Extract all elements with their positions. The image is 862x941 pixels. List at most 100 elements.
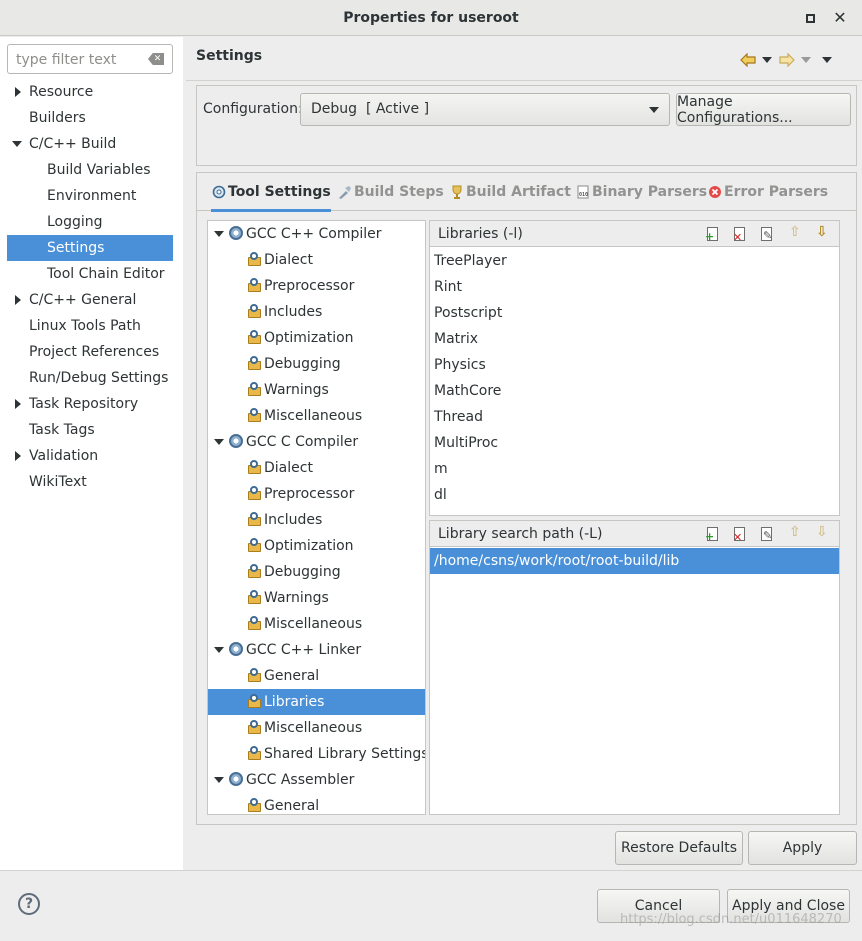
tree-item[interactable]: Miscellaneous xyxy=(208,611,425,637)
tab-tool-settings[interactable]: Tool Settings xyxy=(211,173,331,212)
maximize-button[interactable] xyxy=(801,9,819,27)
sidebar-item-label: C/C++ Build xyxy=(29,136,117,152)
add-icon[interactable]: + xyxy=(705,226,721,242)
tree-item[interactable]: Preprocessor xyxy=(208,273,425,299)
move-down-icon[interactable]: ⇩ xyxy=(813,525,829,542)
delete-icon[interactable]: ✕ xyxy=(732,526,748,543)
expand-down-icon[interactable] xyxy=(214,231,224,237)
help-icon[interactable]: ? xyxy=(18,893,40,915)
move-up-icon[interactable]: ⇧ xyxy=(786,525,802,542)
tab-build-steps[interactable]: Build Steps xyxy=(337,173,444,210)
tree-item[interactable]: Warnings xyxy=(208,585,425,611)
sidebar-item-build-variables[interactable]: Build Variables xyxy=(0,157,183,183)
move-up-icon[interactable]: ⇧ xyxy=(786,225,802,242)
tree-item[interactable]: Debugging xyxy=(208,559,425,585)
tree-item[interactable]: General xyxy=(208,663,425,689)
expand-down-icon[interactable] xyxy=(214,439,224,445)
tree-item[interactable]: Shared Library Settings xyxy=(208,741,425,767)
restore-defaults-button[interactable]: Restore Defaults xyxy=(615,831,743,865)
sidebar-item-builders[interactable]: Builders xyxy=(0,105,183,131)
edit-icon[interactable]: ✎ xyxy=(759,226,775,242)
list-item[interactable]: /home/csns/work/root/root-build/lib xyxy=(430,548,839,574)
tab-build-artifact[interactable]: Build Artifact xyxy=(449,173,571,210)
tool-settings-tree: GCC C++ Compiler Dialect Preprocessor Inclu… xyxy=(207,220,426,815)
tree-item[interactable]: Preprocessor xyxy=(208,481,425,507)
list-item[interactable]: Physics xyxy=(430,352,839,378)
tree-item[interactable]: Includes xyxy=(208,507,425,533)
expand-right-icon[interactable] xyxy=(15,295,21,305)
filter-input[interactable] xyxy=(16,51,144,69)
tree-item[interactable]: Miscellaneous xyxy=(208,403,425,429)
expand-down-icon[interactable] xyxy=(214,777,224,783)
view-menu-dropdown[interactable] xyxy=(822,57,832,63)
tree-group[interactable]: GCC C Compiler xyxy=(208,429,425,455)
list-item[interactable]: MathCore xyxy=(430,378,839,404)
tree-item[interactable]: Optimization xyxy=(208,533,425,559)
tree-item[interactable]: Debugging xyxy=(208,351,425,377)
tree-item[interactable]: Includes xyxy=(208,299,425,325)
forward-history-dropdown[interactable] xyxy=(801,57,811,63)
sidebar-item-wikitext[interactable]: WikiText xyxy=(0,469,183,495)
option-category-icon xyxy=(247,486,262,501)
back-arrow-icon[interactable] xyxy=(740,52,756,68)
tree-item[interactable]: Dialect xyxy=(208,455,425,481)
tree-item[interactable]: Dialect xyxy=(208,247,425,273)
sidebar-item-label: Environment xyxy=(47,188,137,204)
sidebar-item-linux-tools-path[interactable]: Linux Tools Path xyxy=(0,313,183,339)
tree-item[interactable]: Libraries xyxy=(208,689,425,715)
sidebar-item-resource[interactable]: Resource xyxy=(0,79,183,105)
sidebar-item-logging[interactable]: Logging xyxy=(0,209,183,235)
option-category-icon xyxy=(247,356,262,371)
list-item[interactable]: m xyxy=(430,456,839,482)
back-history-dropdown[interactable] xyxy=(762,57,772,63)
tree-item[interactable]: Optimization xyxy=(208,325,425,351)
tree-item[interactable]: Warnings xyxy=(208,377,425,403)
list-item[interactable]: TreePlayer xyxy=(430,248,839,274)
list-item[interactable]: Matrix xyxy=(430,326,839,352)
tool-icon xyxy=(229,226,243,240)
clear-filter-icon[interactable]: ✕ xyxy=(148,53,164,65)
tree-item[interactable]: Miscellaneous xyxy=(208,715,425,741)
close-button[interactable]: ✕ xyxy=(831,9,849,27)
sidebar-item-label: Logging xyxy=(47,214,103,230)
expand-right-icon[interactable] xyxy=(15,399,21,409)
expand-down-icon[interactable] xyxy=(214,647,224,653)
tree-item-label: Shared Library Settings xyxy=(264,746,426,762)
sidebar-item-c-c-build[interactable]: C/C++ Build xyxy=(0,131,183,157)
sidebar-item-project-references[interactable]: Project References xyxy=(0,339,183,365)
sidebar-item-run-debug-settings[interactable]: Run/Debug Settings xyxy=(0,365,183,391)
move-down-icon[interactable]: ⇩ xyxy=(813,225,829,242)
expand-right-icon[interactable] xyxy=(15,87,21,97)
tree-item[interactable]: General xyxy=(208,793,425,814)
apply-button[interactable]: Apply xyxy=(748,831,857,865)
expand-down-icon[interactable] xyxy=(12,141,22,147)
list-item[interactable]: Thread xyxy=(430,404,839,430)
expand-right-icon[interactable] xyxy=(15,451,21,461)
list-item[interactable]: dl xyxy=(430,482,839,508)
sidebar-item-task-tags[interactable]: Task Tags xyxy=(0,417,183,443)
tab-error-parsers[interactable]: Error Parsers xyxy=(707,173,828,210)
tab-binary-parsers[interactable]: 010 Binary Parsers xyxy=(575,173,707,210)
tree-group[interactable]: GCC Assembler xyxy=(208,767,425,793)
manage-configurations-button[interactable]: Manage Configurations... xyxy=(676,93,851,126)
sidebar-item-validation[interactable]: Validation xyxy=(0,443,183,469)
tree-group[interactable]: GCC C++ Linker xyxy=(208,637,425,663)
sidebar-item-task-repository[interactable]: Task Repository xyxy=(0,391,183,417)
sidebar-item-environment[interactable]: Environment xyxy=(0,183,183,209)
sidebar-item-settings[interactable]: Settings xyxy=(7,235,173,261)
list-item[interactable]: Postscript xyxy=(430,300,839,326)
tree-group-label: GCC Assembler xyxy=(246,772,355,788)
tree-group[interactable]: GCC C++ Compiler xyxy=(208,221,425,247)
edit-icon[interactable]: ✎ xyxy=(759,526,775,542)
filter-field[interactable]: ✕ xyxy=(7,44,173,74)
libraries-list: TreePlayer Rint Postscript Matrix Physics Mat… xyxy=(430,248,839,508)
sidebar-item-c-c-general[interactable]: C/C++ General xyxy=(0,287,183,313)
list-item[interactable]: MultiProc xyxy=(430,430,839,456)
add-icon[interactable]: + xyxy=(705,526,721,542)
forward-arrow-icon[interactable] xyxy=(779,52,795,68)
sidebar-item-label: Resource xyxy=(29,84,94,100)
configuration-select[interactable]: Debug [ Active ] xyxy=(300,93,670,126)
list-item[interactable]: Rint xyxy=(430,274,839,300)
delete-icon[interactable]: ✕ xyxy=(732,226,748,243)
sidebar-item-tool-chain-editor[interactable]: Tool Chain Editor xyxy=(0,261,183,287)
